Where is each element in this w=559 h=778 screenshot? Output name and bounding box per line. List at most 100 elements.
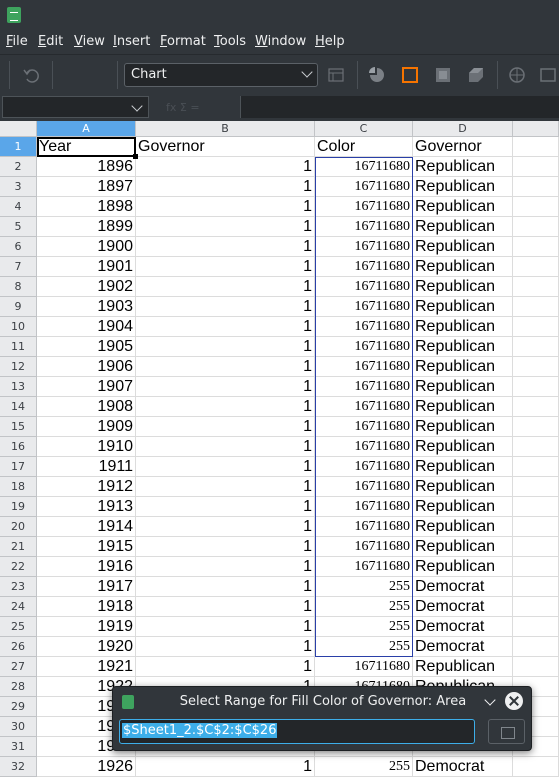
cell[interactable] [513, 337, 559, 357]
format-selection-icon[interactable] [327, 66, 345, 84]
data-ranges-icon[interactable] [539, 66, 557, 84]
party-cell[interactable]: Republican [413, 277, 513, 297]
party-cell[interactable]: Democrat [413, 637, 513, 657]
cell[interactable] [513, 317, 559, 337]
party-cell[interactable]: Republican [413, 217, 513, 237]
year-cell[interactable]: 1908 [37, 397, 136, 417]
year-cell[interactable]: 1909 [37, 417, 136, 437]
color-cell[interactable]: 16711680 [315, 517, 413, 537]
color-cell[interactable]: 16711680 [315, 157, 413, 177]
party-cell[interactable]: Republican [413, 197, 513, 217]
row-header[interactable]: 18 [0, 477, 37, 497]
cell[interactable] [513, 477, 559, 497]
governor-count-cell[interactable]: 1 [136, 537, 315, 557]
cell[interactable] [513, 137, 559, 157]
row-header[interactable]: 27 [0, 657, 37, 677]
year-cell[interactable]: 1906 [37, 357, 136, 377]
color-cell[interactable]: 16711680 [315, 557, 413, 577]
party-cell[interactable]: Republican [413, 357, 513, 377]
row-header[interactable]: 1 [0, 137, 37, 157]
year-cell[interactable]: 1905 [37, 337, 136, 357]
color-cell[interactable]: 255 [315, 597, 413, 617]
row-header[interactable]: 24 [0, 597, 37, 617]
governor-count-cell[interactable]: 1 [136, 177, 315, 197]
color-cell[interactable]: 16711680 [315, 457, 413, 477]
party-cell[interactable]: Republican [413, 237, 513, 257]
color-cell[interactable]: 16711680 [315, 217, 413, 237]
3d-view-icon[interactable] [467, 66, 485, 84]
governor-count-cell[interactable]: 1 [136, 477, 315, 497]
governor-count-cell[interactable]: 1 [136, 577, 315, 597]
year-cell[interactable]: 1904 [37, 317, 136, 337]
cell[interactable] [513, 157, 559, 177]
row-header[interactable]: 12 [0, 357, 37, 377]
menu-file[interactable]: File [6, 34, 28, 49]
party-cell[interactable]: Democrat [413, 577, 513, 597]
row-header[interactable]: 15 [0, 417, 37, 437]
year-cell[interactable]: 1910 [37, 437, 136, 457]
menu-window[interactable]: Window [255, 34, 306, 49]
undo-icon[interactable] [22, 66, 40, 84]
color-cell[interactable]: 16711680 [315, 197, 413, 217]
party-cell[interactable]: Republican [413, 537, 513, 557]
color-cell[interactable]: 16711680 [315, 657, 413, 677]
party-cell[interactable]: Republican [413, 317, 513, 337]
chart-type-icon[interactable] [368, 66, 386, 84]
party-cell[interactable]: Republican [413, 397, 513, 417]
header-cell-d[interactable]: Governor [413, 137, 513, 157]
year-cell[interactable]: 1911 [37, 457, 136, 477]
close-icon[interactable] [505, 692, 523, 710]
cell[interactable] [513, 757, 559, 777]
party-cell[interactable]: Republican [413, 337, 513, 357]
governor-count-cell[interactable]: 1 [136, 277, 315, 297]
governor-count-cell[interactable]: 1 [136, 237, 315, 257]
row-header[interactable]: 23 [0, 577, 37, 597]
year-cell[interactable]: 1912 [37, 477, 136, 497]
party-cell[interactable]: Republican [413, 497, 513, 517]
color-cell[interactable]: 16711680 [315, 437, 413, 457]
year-cell[interactable]: 1902 [37, 277, 136, 297]
year-cell[interactable]: 1916 [37, 557, 136, 577]
row-header[interactable]: 19 [0, 497, 37, 517]
party-cell[interactable]: Democrat [413, 617, 513, 637]
governor-count-cell[interactable]: 1 [136, 757, 315, 777]
governor-count-cell[interactable]: 1 [136, 357, 315, 377]
year-cell[interactable]: 1920 [37, 637, 136, 657]
color-cell[interactable]: 16711680 [315, 277, 413, 297]
party-cell[interactable]: Republican [413, 457, 513, 477]
year-cell[interactable]: 1915 [37, 537, 136, 557]
governor-count-cell[interactable]: 1 [136, 217, 315, 237]
menu-edit[interactable]: Edit [38, 34, 63, 49]
cell[interactable] [513, 417, 559, 437]
header-cell-a[interactable]: Year [37, 137, 136, 157]
cell[interactable] [513, 497, 559, 517]
party-cell[interactable]: Republican [413, 297, 513, 317]
year-cell[interactable]: 1921 [37, 657, 136, 677]
row-header[interactable]: 14 [0, 397, 37, 417]
year-cell[interactable]: 1914 [37, 517, 136, 537]
color-cell[interactable]: 16711680 [315, 377, 413, 397]
header-cell-b[interactable]: Governor [136, 137, 315, 157]
cell[interactable] [513, 517, 559, 537]
row-header[interactable]: 22 [0, 557, 37, 577]
color-cell[interactable]: 255 [315, 757, 413, 777]
row-header[interactable]: 6 [0, 237, 37, 257]
party-cell[interactable]: Republican [413, 377, 513, 397]
party-cell[interactable]: Democrat [413, 597, 513, 617]
governor-count-cell[interactable]: 1 [136, 297, 315, 317]
year-cell[interactable]: 1903 [37, 297, 136, 317]
party-cell[interactable]: Republican [413, 517, 513, 537]
chart-area-icon[interactable] [401, 66, 419, 84]
select-all-corner[interactable] [0, 121, 37, 137]
governor-count-cell[interactable]: 1 [136, 457, 315, 477]
cell[interactable] [513, 197, 559, 217]
cell[interactable] [513, 357, 559, 377]
color-cell[interactable]: 255 [315, 617, 413, 637]
row-header[interactable]: 17 [0, 457, 37, 477]
color-cell[interactable]: 16711680 [315, 297, 413, 317]
name-box[interactable] [2, 96, 149, 118]
color-cell[interactable]: 16711680 [315, 257, 413, 277]
row-header[interactable]: 8 [0, 277, 37, 297]
cell[interactable] [513, 377, 559, 397]
column-header-c[interactable]: C [315, 121, 413, 137]
